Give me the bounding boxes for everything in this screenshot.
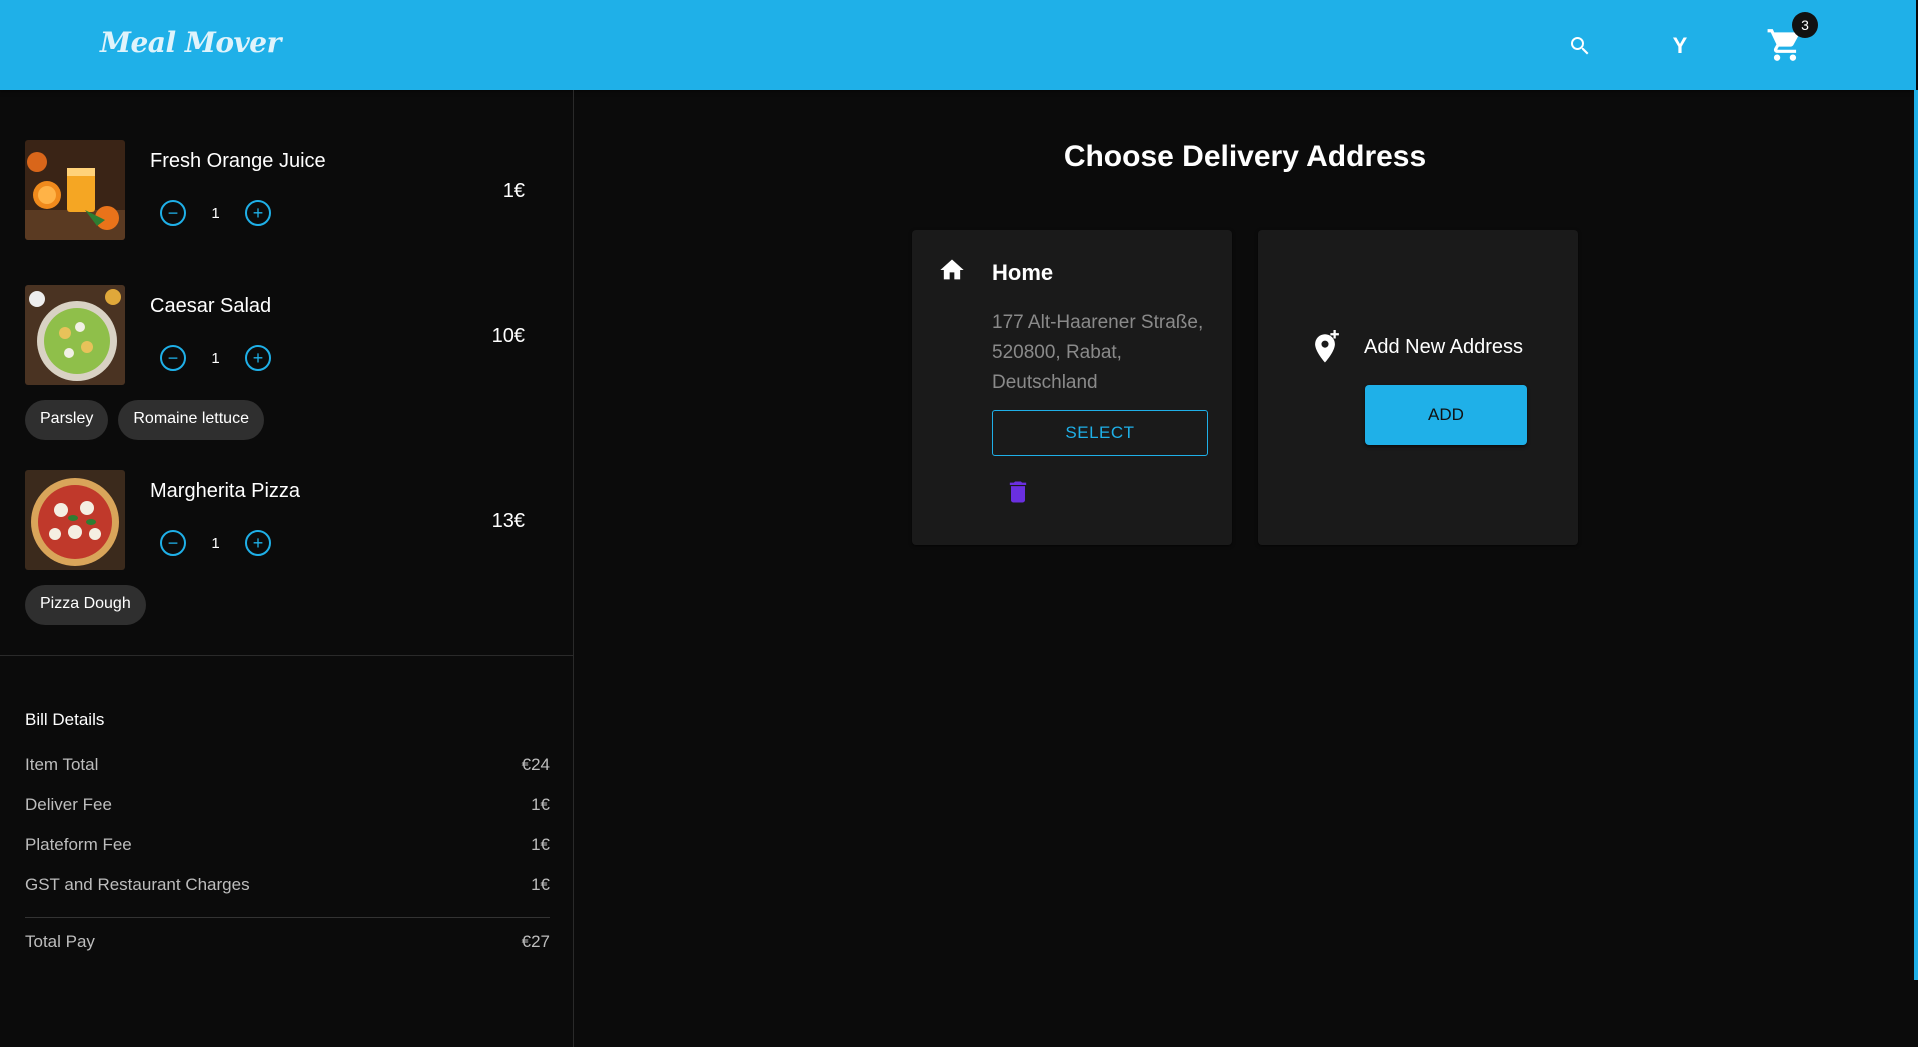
plus-icon: + <box>252 203 264 223</box>
total-label: Total Pay <box>25 932 95 951</box>
page-title: Choose Delivery Address <box>1063 140 1427 173</box>
item-price: 1€ <box>502 180 525 202</box>
plus-icon: + <box>252 348 264 368</box>
address-label: Home <box>992 260 1054 285</box>
margherita-pizza-image <box>25 470 125 570</box>
item-price: 10€ <box>491 325 525 347</box>
bill-row-label: GST and Restaurant Charges <box>25 875 250 894</box>
plus-icon: + <box>252 533 264 553</box>
minus-icon: − <box>167 533 179 553</box>
bill-separator <box>25 917 550 918</box>
item-name: Margherita Pizza <box>150 480 301 502</box>
quantity-stepper: − 1 + <box>160 345 271 371</box>
decrease-quantity-button[interactable]: − <box>160 345 186 371</box>
bill-row-gst: GST and Restaurant Charges 1€ <box>25 875 550 915</box>
addon-chip[interactable]: Romaine lettuce <box>118 400 264 440</box>
add-address-button[interactable]: ADD <box>1365 385 1527 445</box>
bill-row-label: Deliver Fee <box>25 795 112 814</box>
bill-row-label: Item Total <box>25 755 99 774</box>
bill-row-platform-fee: Plateform Fee 1€ <box>25 835 550 875</box>
divider <box>0 655 574 656</box>
addon-chips: Pizza Dough <box>25 585 146 625</box>
bill-row-label: Plateform Fee <box>25 835 132 854</box>
bill-details: Bill Details Item Total €24 Deliver Fee … <box>25 710 550 972</box>
select-address-button[interactable]: SELECT <box>992 410 1208 456</box>
addon-chip[interactable]: Parsley <box>25 400 109 440</box>
home-icon <box>940 259 964 280</box>
increase-quantity-button[interactable]: + <box>245 345 271 371</box>
item-name: Caesar Salad <box>150 295 272 317</box>
increase-quantity-button[interactable]: + <box>245 530 271 556</box>
cart-item: Margherita Pizza − 1 + 13€ <box>25 470 555 570</box>
item-name: Fresh Orange Juice <box>150 150 326 172</box>
decrease-quantity-button[interactable]: − <box>160 530 186 556</box>
search-button[interactable] <box>1560 26 1600 66</box>
quantity-value: 1 <box>211 349 220 367</box>
bill-row-value: 1€ <box>531 875 550 894</box>
total-value: €27 <box>521 932 550 951</box>
decrease-quantity-button[interactable]: − <box>160 200 186 226</box>
item-price: 13€ <box>491 510 525 532</box>
bill-row-item-total: Item Total €24 <box>25 755 550 795</box>
bill-row-deliver-fee: Deliver Fee 1€ <box>25 795 550 835</box>
add-address-card: Add New Address ADD <box>1258 230 1578 545</box>
add-new-address-label: Add New Address <box>1364 336 1523 358</box>
quantity-stepper: − 1 + <box>160 200 271 226</box>
address-text: 177 Alt-Haarener Straße, 520800, Rabat, … <box>992 312 1204 393</box>
top-app-bar: Meal Mover Y 3 <box>0 0 1916 90</box>
delete-icon[interactable] <box>1004 478 1032 506</box>
addon-chips: Parsley Romaine lettuce <box>25 400 264 440</box>
bill-row-total: Total Pay €27 <box>25 932 550 972</box>
user-avatar-button[interactable]: Y <box>1660 26 1700 66</box>
caesar-salad-image <box>25 285 125 385</box>
quantity-value: 1 <box>211 204 220 222</box>
address-card-home: Home 177 Alt-Haarener Straße, 520800, Ra… <box>912 230 1232 545</box>
bill-row-value: 1€ <box>531 835 550 854</box>
quantity-stepper: − 1 + <box>160 530 271 556</box>
increase-quantity-button[interactable]: + <box>245 200 271 226</box>
cart-item: Fresh Orange Juice − 1 + 1€ <box>25 140 555 240</box>
quantity-value: 1 <box>211 534 220 552</box>
bill-title: Bill Details <box>25 710 105 729</box>
addon-chip[interactable]: Pizza Dough <box>25 585 146 625</box>
cart-panel: Fresh Orange Juice − 1 + 1€ Caesar Salad <box>0 90 574 1047</box>
cart-item: Caesar Salad − 1 + 10€ <box>25 285 555 385</box>
cart-count-badge: 3 <box>1792 12 1818 38</box>
orange-juice-image <box>25 140 125 240</box>
scrollbar[interactable] <box>1914 90 1918 980</box>
app-logo[interactable]: Meal Mover <box>100 26 281 59</box>
bill-row-value: €24 <box>521 755 550 774</box>
minus-icon: − <box>167 203 179 223</box>
minus-icon: − <box>167 348 179 368</box>
add-location-icon <box>1315 330 1339 363</box>
search-icon <box>1571 37 1589 55</box>
bill-row-value: 1€ <box>531 795 550 814</box>
